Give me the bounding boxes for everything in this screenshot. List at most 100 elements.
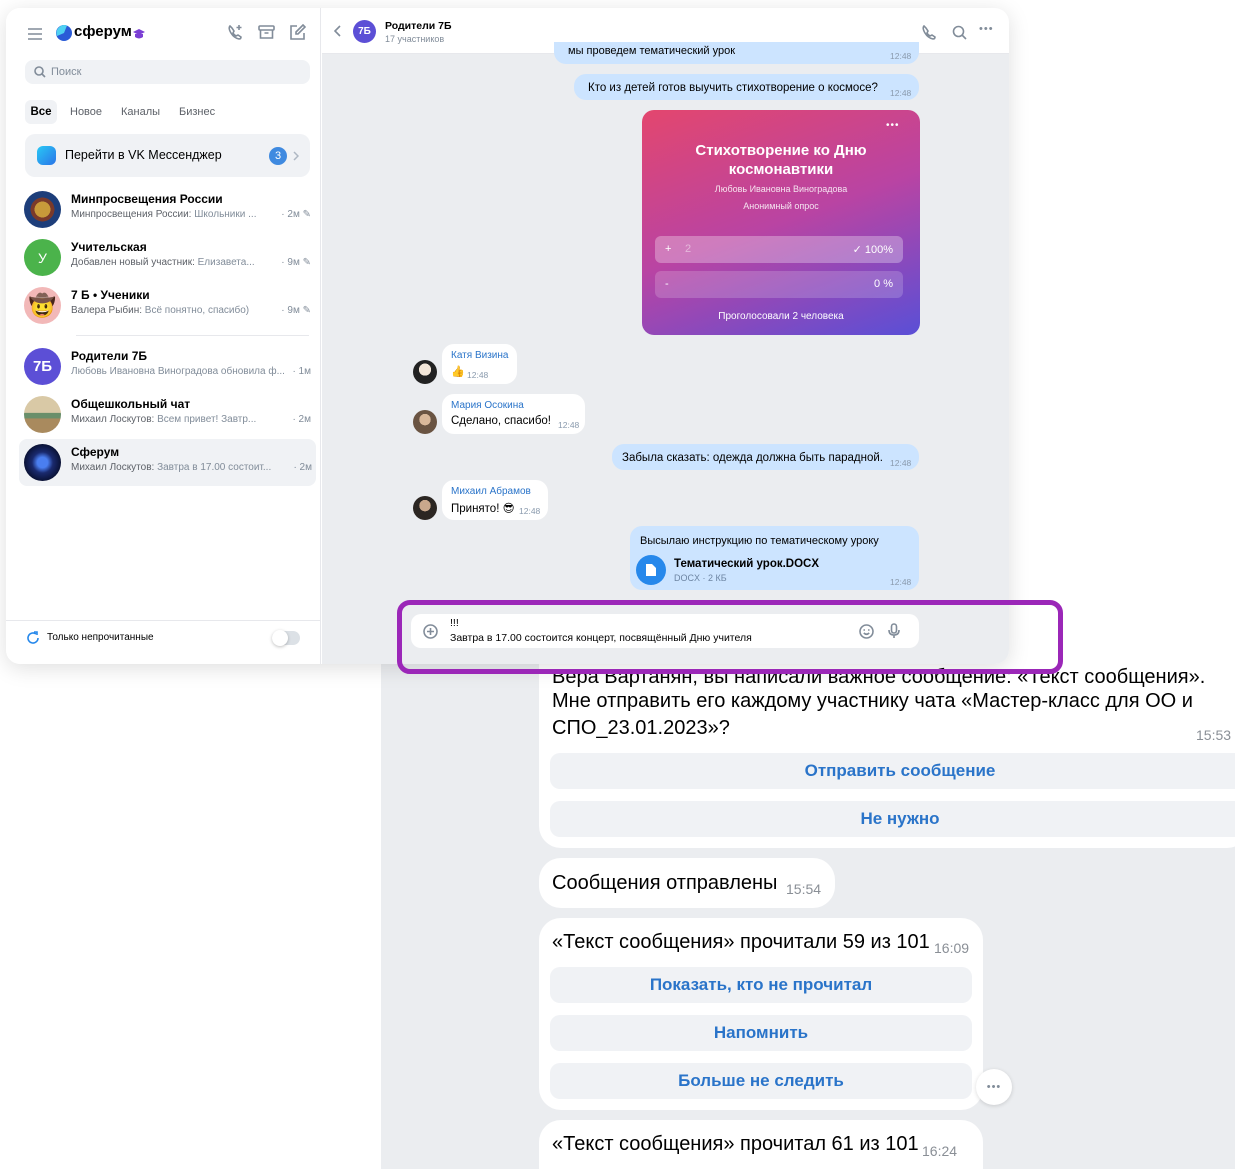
- poll-menu-icon[interactable]: •••: [886, 120, 900, 131]
- tab-all[interactable]: Все: [25, 100, 57, 124]
- poll-option-1-result: ✓ 100%: [852, 244, 893, 256]
- sender-mikhail: Михаил Абрамов: [451, 486, 531, 497]
- file-meta: DOCX · 2 КБ: [674, 573, 727, 583]
- vk-messenger-banner[interactable]: Перейти в VK Мессенджер 3: [25, 134, 310, 177]
- chat-time-value: · 9м: [281, 257, 300, 268]
- poll-author: Любовь Ивановна Виноградова: [714, 184, 848, 194]
- toggle-knob: [272, 630, 288, 646]
- sender-katya: Катя Визина: [451, 350, 509, 361]
- poll-option-2[interactable]: - 0 %: [655, 271, 903, 298]
- not-needed-button[interactable]: Не нужно: [550, 801, 1235, 837]
- sender-maria: Мария Осокина: [451, 400, 524, 411]
- poll-option-2-mark: -: [665, 278, 669, 290]
- chat-preview-text: Школьники ...: [191, 209, 257, 220]
- tab-new[interactable]: Новое: [70, 106, 102, 118]
- avatar-maria: [413, 410, 437, 434]
- avatar-mikhail: [413, 496, 437, 520]
- menu-icon[interactable]: [27, 27, 43, 41]
- search-input[interactable]: Поиск: [25, 60, 310, 84]
- chat-preview-sender: Добавлен новый участник:: [71, 257, 195, 268]
- poll-option-1[interactable]: + 2 ✓ 100%: [655, 236, 903, 263]
- bot-question-line2: СПО_23.01.2023»?: [552, 717, 730, 739]
- chat-avatar-letter: 7Б: [24, 348, 61, 385]
- show-unread-button[interactable]: Показать, кто не прочитал: [550, 967, 972, 1003]
- more-icon: •••: [986, 1081, 1002, 1093]
- chat-item-parents[interactable]: 7Б Родители 7Б Любовь Ивановна Виноградо…: [19, 343, 315, 389]
- chat-item-sferum[interactable]: Сферум Михаил Лоскутов: Завтра в 17.00 с…: [19, 439, 316, 486]
- read-status-text-2: «Текст сообщения» прочитал 61 из 101: [552, 1133, 919, 1155]
- poll-option-2-result: 0 %: [874, 278, 893, 290]
- message-partial-time: 12:48: [890, 51, 912, 61]
- chat-preview: Михаил Лоскутов: Всем привет! Завтр...: [71, 414, 289, 425]
- message-dresscode-text: Забыла сказать: одежда должна быть парад…: [622, 452, 883, 464]
- search-icon[interactable]: [952, 25, 967, 40]
- remind-button[interactable]: Напомнить: [550, 1015, 972, 1051]
- unread-only-toggle[interactable]: [272, 630, 300, 646]
- search-placeholder: Поиск: [51, 66, 82, 78]
- vk-banner-label: Перейти в VK Мессенджер: [65, 148, 222, 162]
- back-icon[interactable]: [334, 25, 342, 37]
- chat-preview-text: Всем привет! Завтр...: [154, 414, 257, 425]
- chat-avatar: 7Б: [353, 20, 376, 43]
- chat-time-value: · 2м: [292, 414, 311, 425]
- tab-business[interactable]: Бизнес: [179, 106, 215, 118]
- unread-only-label: Только непрочитанные: [47, 632, 154, 643]
- poll-title-1: Стихотворение ко Дню: [695, 142, 867, 159]
- chat-area: 7Б Родители 7Б 17 участников ••• мы пров…: [322, 8, 1009, 664]
- chat-preview-sender: Михаил Лоскутов:: [71, 414, 155, 425]
- vk-messenger-icon: [37, 146, 56, 165]
- chat-time: · 1м: [292, 366, 311, 377]
- chat-preview-sender: Валера Рыбин:: [71, 305, 143, 316]
- sidebar: сферум Поиск Все Новое Каналы Бизнес Пер…: [6, 8, 321, 664]
- bot-question-line1: Мне отправить его каждому участнику чата…: [552, 690, 1193, 712]
- phone-icon[interactable]: [921, 25, 936, 40]
- tab-channels[interactable]: Каналы: [121, 106, 160, 118]
- send-message-button[interactable]: Отправить сообщение: [550, 753, 1235, 789]
- chat-name: Минпросвещения России: [71, 192, 223, 206]
- more-button[interactable]: •••: [976, 1069, 1012, 1105]
- poll-option-1-mark: +: [665, 243, 672, 255]
- poll-option-1-text: 2: [685, 243, 692, 255]
- stop-tracking-button[interactable]: Больше не следить: [550, 1063, 972, 1099]
- chat-time: · 9м ✎: [281, 305, 311, 316]
- message-maria-text: Сделано, спасибо!: [451, 415, 551, 427]
- sent-text: Сообщения отправлены: [552, 872, 778, 894]
- chat-item-teachers[interactable]: У Учительская Добавлен новый участник: Е…: [19, 234, 315, 280]
- more-icon[interactable]: •••: [979, 23, 994, 35]
- chat-time-value: · 2м: [293, 462, 312, 473]
- message-question-time: 12:48: [890, 88, 912, 98]
- sidebar-footer-divider: [6, 620, 321, 621]
- chat-item-students[interactable]: 🤠 7 Б • Ученики Валера Рыбин: Всё понятн…: [19, 282, 315, 328]
- chat-name: Сферум: [71, 445, 120, 459]
- message-dresscode-time: 12:48: [890, 458, 912, 468]
- file-name[interactable]: Тематический урок.DOCX: [674, 558, 819, 570]
- archive-icon[interactable]: [258, 24, 275, 40]
- chat-preview: Минпросвещения России: Школьники ...: [71, 209, 289, 220]
- document-icon[interactable]: [636, 555, 666, 585]
- chat-item-minpros[interactable]: Минпросвещения России Минпросвещения Рос…: [19, 186, 315, 232]
- chat-item-school[interactable]: Общешкольный чат Михаил Лоскутов: Всем п…: [19, 391, 315, 437]
- poll-card[interactable]: ••• Стихотворение ко Дню космонавтики Лю…: [642, 110, 920, 335]
- message-maria-time: 12:48: [558, 420, 580, 430]
- pin-icon: ✎: [302, 257, 311, 268]
- call-plus-icon[interactable]: [227, 24, 244, 41]
- graduation-cap-icon: [132, 28, 146, 40]
- poll-voted: Проголосовали 2 человека: [718, 311, 844, 322]
- zoomed-chat-panel: Вера Вартанян, вы написали важное сообще…: [381, 640, 1235, 1169]
- refresh-icon: [26, 631, 40, 645]
- chat-preview-sender: Михаил Лоскутов:: [71, 462, 155, 473]
- chat-avatar-sferum: [24, 444, 61, 481]
- messenger-window: сферум Поиск Все Новое Каналы Бизнес Пер…: [6, 8, 1009, 664]
- avatar-letter: У: [38, 249, 47, 266]
- chat-time-value: · 1м: [292, 366, 311, 377]
- chat-preview: Любовь Ивановна Виноградова обновила ф..…: [71, 366, 289, 377]
- message-mikhail-time: 12:48: [519, 506, 541, 516]
- pin-icon: ✎: [302, 209, 311, 220]
- compose-icon[interactable]: [289, 24, 306, 41]
- pin-icon: ✎: [302, 305, 311, 316]
- tab-all-label: Все: [30, 106, 52, 118]
- chat-avatar-letter: У: [24, 239, 61, 276]
- unread-badge: 3: [269, 147, 287, 165]
- chat-name: Учительская: [71, 240, 147, 254]
- chat-preview: Михаил Лоскутов: Завтра в 17.00 состоит.…: [71, 462, 289, 473]
